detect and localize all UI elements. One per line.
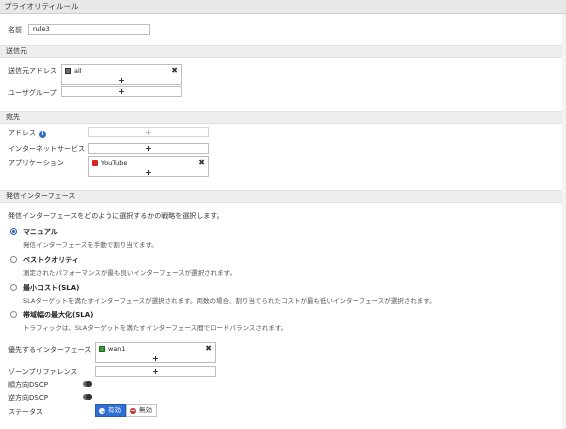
internet-service-label: インターネットサービス [8,145,85,153]
application-item: YouTube [92,159,127,168]
user-group-field[interactable]: + [61,86,182,97]
application-field[interactable]: YouTube ✖ + [88,156,209,177]
radio-best-quality-title: ベストクオリティ [23,256,79,264]
radio-max-bandwidth-title: 帯域幅の最大化(SLA) [23,311,94,319]
application-item-label: YouTube [101,159,128,167]
radio-lowest-cost[interactable] [10,284,17,291]
status-toggle-group: 有効 無効 [95,404,157,417]
source-address-add-button[interactable]: + [62,76,181,85]
destination-section-header: 宛先 [0,111,566,124]
status-disabled-label: 無効 [139,406,152,414]
status-enabled-button[interactable]: 有効 [95,404,126,417]
preferred-interface-remove-icon[interactable]: ✖ [205,344,212,354]
internet-service-field[interactable]: + [88,143,209,154]
zone-preference-label: ゾーンプリファレンス [8,368,78,376]
internet-service-add-button[interactable]: + [89,144,208,153]
outgoing-description: 発信インターフェースをどのように選択するかの戦略を選択します。 [8,212,224,220]
radio-lowest-cost-desc: SLAターゲットを満たすインターフェースが選択されます。両数の場合、割り当てられ… [23,297,436,305]
name-label: 名前 [8,26,22,34]
reverse-dscp-toggle[interactable] [83,394,92,400]
scrollbar[interactable] [562,14,566,429]
radio-best-quality-desc: 測定されたパフォーマンスが最も良いインターフェースが選択されます。 [23,269,237,277]
status-label: ステータス [8,408,43,416]
radio-manual-desc: 発信インターフェースを手動で割り当てます。 [23,241,158,249]
preferred-interface-label: 優先するインターフェース [8,346,92,354]
destination-address-label: アドレス [8,129,36,137]
forward-dscp-toggle[interactable] [83,381,92,387]
preferred-interface-field[interactable]: wan1 ✖ + [95,342,216,363]
application-remove-icon[interactable]: ✖ [198,158,205,168]
application-label: アプリケーション [8,159,64,167]
status-disabled-button[interactable]: 無効 [126,404,157,417]
source-address-field[interactable]: all ✖ + [61,64,182,85]
network-interface-icon [99,346,105,352]
preferred-interface-add-button[interactable]: + [96,354,215,363]
zone-preference-add-button[interactable]: + [96,367,215,376]
preferred-interface-item: wan1 [99,345,126,354]
radio-best-quality[interactable] [10,256,17,263]
source-address-remove-icon[interactable]: ✖ [171,66,178,76]
radio-manual-title: マニュアル [23,228,58,236]
destination-address-field[interactable]: + [88,127,209,137]
outgoing-section-header: 発信インターフェース [0,190,566,203]
radio-max-bandwidth-desc: トラフィックは、SLAターゲットを満たすインターフェース間でロードバランスされま… [23,324,288,332]
radio-manual[interactable] [10,228,17,235]
destination-address-add-button[interactable]: + [89,128,208,137]
name-input[interactable]: rule3 [28,24,150,35]
destination-address-label-wrap: アドレス i [8,128,46,138]
user-group-add-button[interactable]: + [62,87,181,96]
application-add-button[interactable]: + [89,168,208,177]
source-address-item-label: all [74,67,82,75]
info-icon[interactable]: i [39,131,46,138]
check-circle-icon [99,407,105,414]
source-section-header: 送信元 [0,45,566,58]
address-object-icon [65,68,71,74]
zone-preference-field[interactable]: + [95,366,216,377]
forward-dscp-label: 順方向DSCP [8,381,48,389]
window-title: プライオリティルール [0,0,566,14]
user-group-label: ユーザグループ [8,89,57,97]
radio-lowest-cost-title: 最小コスト(SLA) [23,284,80,292]
status-enabled-label: 有効 [108,406,121,414]
youtube-icon [92,160,98,166]
source-address-item: all [65,67,82,76]
source-address-label: 送信元アドレス [8,67,57,75]
reverse-dscp-label: 逆方向DSCP [8,394,48,402]
minus-circle-icon [130,407,136,414]
radio-max-bandwidth[interactable] [10,311,17,318]
preferred-interface-item-label: wan1 [108,345,126,353]
